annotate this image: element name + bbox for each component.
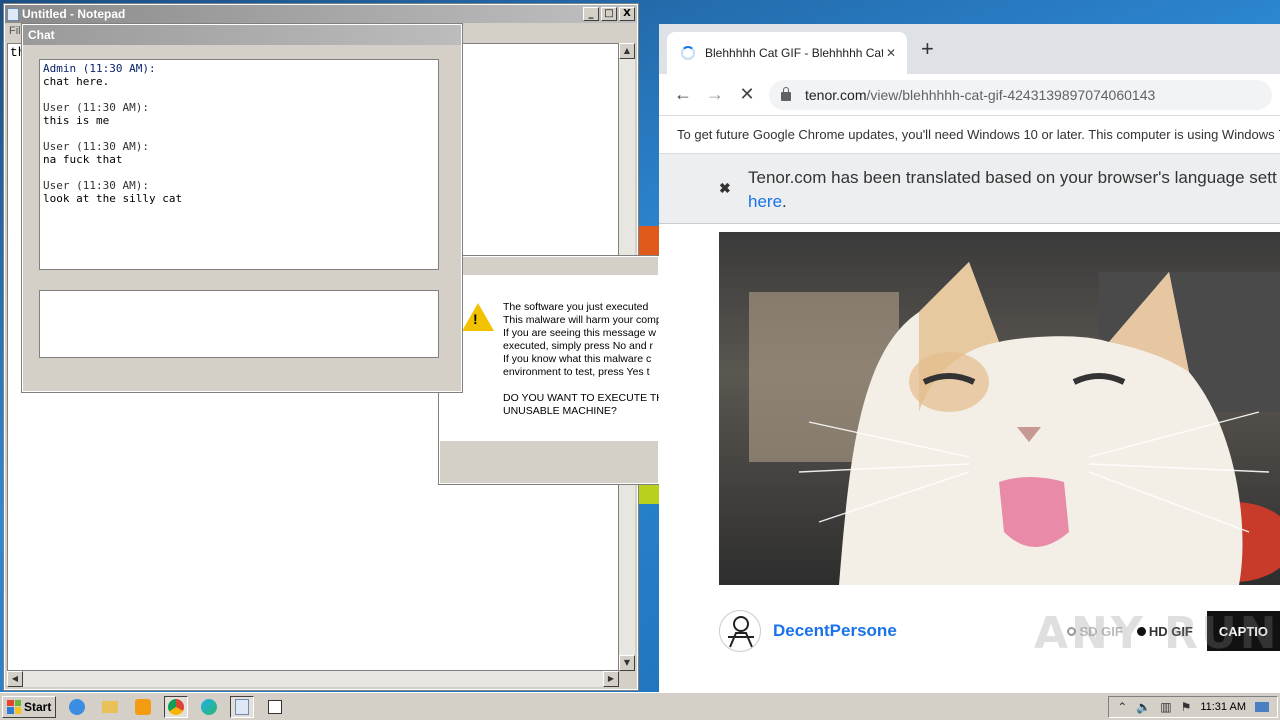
chrome-icon[interactable] <box>164 695 189 718</box>
close-button[interactable]: X <box>619 7 635 21</box>
close-icon[interactable]: ✖ <box>719 180 731 197</box>
translate-tail: . <box>782 192 787 211</box>
notepad-title: Untitled - Notepad <box>22 7 126 21</box>
chat-message: User (11:30 AM): this is me <box>43 101 435 127</box>
taskbar: Start ⌃ 🔈 ▥ ⚑ 11:31 AM <box>0 692 1280 720</box>
dialog-line: executed, simply press No and r <box>503 340 653 352</box>
stop-loading-icon[interactable]: ✕ <box>731 84 763 105</box>
update-notice: To get future Google Chrome updates, you… <box>677 127 1280 142</box>
chat-input[interactable] <box>39 290 439 358</box>
update-infobar: To get future Google Chrome updates, you… <box>659 116 1280 154</box>
system-tray: ⌃ 🔈 ▥ ⚑ 11:31 AM <box>1108 695 1278 718</box>
dialog-line: If you know what this malware c <box>503 353 652 365</box>
dialog-body: ! The software you just executed This ma… <box>440 275 663 441</box>
show-hidden-icons-icon[interactable]: ⌃ <box>1117 700 1127 714</box>
volume-icon[interactable]: 🔈 <box>1136 700 1151 714</box>
malware-dialog: MZ ! The software you just executed This… <box>438 255 663 485</box>
dialog-line: The software you just executed <box>503 301 649 313</box>
chat-window: Chat Admin (11:30 AM): chat here. User (… <box>21 23 463 393</box>
chat-titlebar[interactable]: Chat <box>23 25 461 45</box>
edge-icon[interactable] <box>197 696 221 718</box>
lock-icon <box>781 87 791 101</box>
desktop-icon-fragment <box>637 226 659 256</box>
windows-flag-icon <box>7 699 21 714</box>
chat-message: User (11:30 AM): look at the silly cat <box>43 179 435 205</box>
tab-strip: Blehhhhh Cat GIF - Blehhhhh Cat - D ✕ + <box>659 24 1280 74</box>
message-text: na fuck that <box>43 153 123 166</box>
translate-text: Tenor.com has been translated based on y… <box>748 168 1277 187</box>
loading-spinner-icon <box>681 46 695 60</box>
dialog-line: DO YOU WANT TO EXECUTE THI <box>503 392 663 404</box>
file-explorer-icon[interactable] <box>98 696 122 718</box>
start-button[interactable]: Start <box>2 695 57 718</box>
message-sender: Admin (11:30 AM): <box>43 62 156 75</box>
dialog-message: The software you just executed This malw… <box>503 301 663 418</box>
dialog-line: If you are seeing this message w <box>503 327 656 339</box>
notepad-icon <box>7 7 19 21</box>
minimize-button[interactable]: _ <box>583 7 599 21</box>
scroll-up-icon[interactable]: ▲ <box>619 43 635 59</box>
address-bar[interactable]: tenor.com /view/blehhhhh-cat-gif-4243139… <box>769 79 1272 110</box>
url-path: /view/blehhhhh-cat-gif-42431398970740601… <box>866 86 1156 103</box>
message-text: this is me <box>43 114 110 127</box>
chrome-window: Blehhhhh Cat GIF - Blehhhhh Cat - D ✕ + … <box>659 24 1280 692</box>
translate-link[interactable]: here <box>748 192 782 211</box>
forward-arrow-icon[interactable]: → <box>699 84 731 105</box>
action-center-flag-icon[interactable]: ⚑ <box>1181 700 1192 714</box>
back-arrow-icon[interactable]: ← <box>667 84 699 105</box>
message-sender: User (11:30 AM): <box>43 140 149 153</box>
browser-toolbar: ← → ✕ tenor.com /view/blehhhhh-cat-gif-4… <box>659 74 1280 116</box>
message-sender: User (11:30 AM): <box>43 179 149 192</box>
chat-message: User (11:30 AM): na fuck that <box>43 140 435 166</box>
desktop-icon-fragment <box>637 484 659 504</box>
show-desktop-icon[interactable] <box>1255 701 1269 712</box>
notepad-taskbar-icon[interactable] <box>230 695 255 718</box>
message-sender: User (11:30 AM): <box>43 101 149 114</box>
cat-gif[interactable] <box>719 232 1280 585</box>
translate-message: Tenor.com has been translated based on y… <box>748 166 1277 214</box>
tab-title: Blehhhhh Cat GIF - Blehhhhh Cat - D <box>705 46 883 60</box>
url-host: tenor.com <box>805 86 867 103</box>
chat-log[interactable]: Admin (11:30 AM): chat here. User (11:30… <box>39 59 439 270</box>
notepad-titlebar[interactable]: Untitled - Notepad _ □ X <box>5 5 637 23</box>
translate-link-line: here. <box>748 190 1277 214</box>
dialog-line: This malware will harm your comp <box>503 314 662 326</box>
translate-banner: ✖ Tenor.com has been translated based on… <box>659 154 1280 224</box>
scroll-left-icon[interactable]: ◀ <box>7 671 23 687</box>
dialog-line: UNUSABLE MACHINE? <box>503 405 617 417</box>
media-player-icon[interactable] <box>131 696 155 718</box>
maximize-button[interactable]: □ <box>601 7 617 21</box>
avatar-image <box>728 616 754 648</box>
scroll-down-icon[interactable]: ▼ <box>619 655 635 671</box>
scroll-right-icon[interactable]: ▶ <box>603 671 619 687</box>
dialog-line <box>503 379 663 392</box>
warning-icon-mark: ! <box>473 311 478 327</box>
watermark: ANY RUN <box>1034 608 1280 659</box>
dialog-title: MZ <box>442 260 656 272</box>
start-label: Start <box>24 699 52 714</box>
cat-gif-image <box>749 262 1280 585</box>
chat-title: Chat <box>28 28 55 42</box>
dialog-line: environment to test, press Yes t <box>503 366 650 378</box>
dialog-button-area <box>440 441 658 483</box>
dialog-titlebar[interactable]: MZ <box>440 257 658 275</box>
message-text: look at the silly cat <box>43 192 183 205</box>
clock[interactable]: 11:31 AM <box>1200 701 1246 713</box>
tab-active[interactable]: Blehhhhh Cat GIF - Blehhhhh Cat - D ✕ <box>667 32 907 74</box>
new-tab-button[interactable]: + <box>921 38 934 60</box>
message-text: chat here. <box>43 75 110 88</box>
horizontal-scrollbar[interactable]: ◀ ▶ <box>7 671 619 687</box>
internet-explorer-icon[interactable] <box>65 696 89 718</box>
avatar[interactable] <box>719 610 761 652</box>
network-icon[interactable]: ▥ <box>1160 700 1171 714</box>
tab-close-icon[interactable]: ✕ <box>883 46 899 60</box>
chat-message: Admin (11:30 AM): chat here. <box>43 62 435 88</box>
author-name[interactable]: DecentPersone <box>773 621 897 641</box>
warning-icon <box>462 303 494 331</box>
app-window-icon[interactable] <box>263 696 287 718</box>
